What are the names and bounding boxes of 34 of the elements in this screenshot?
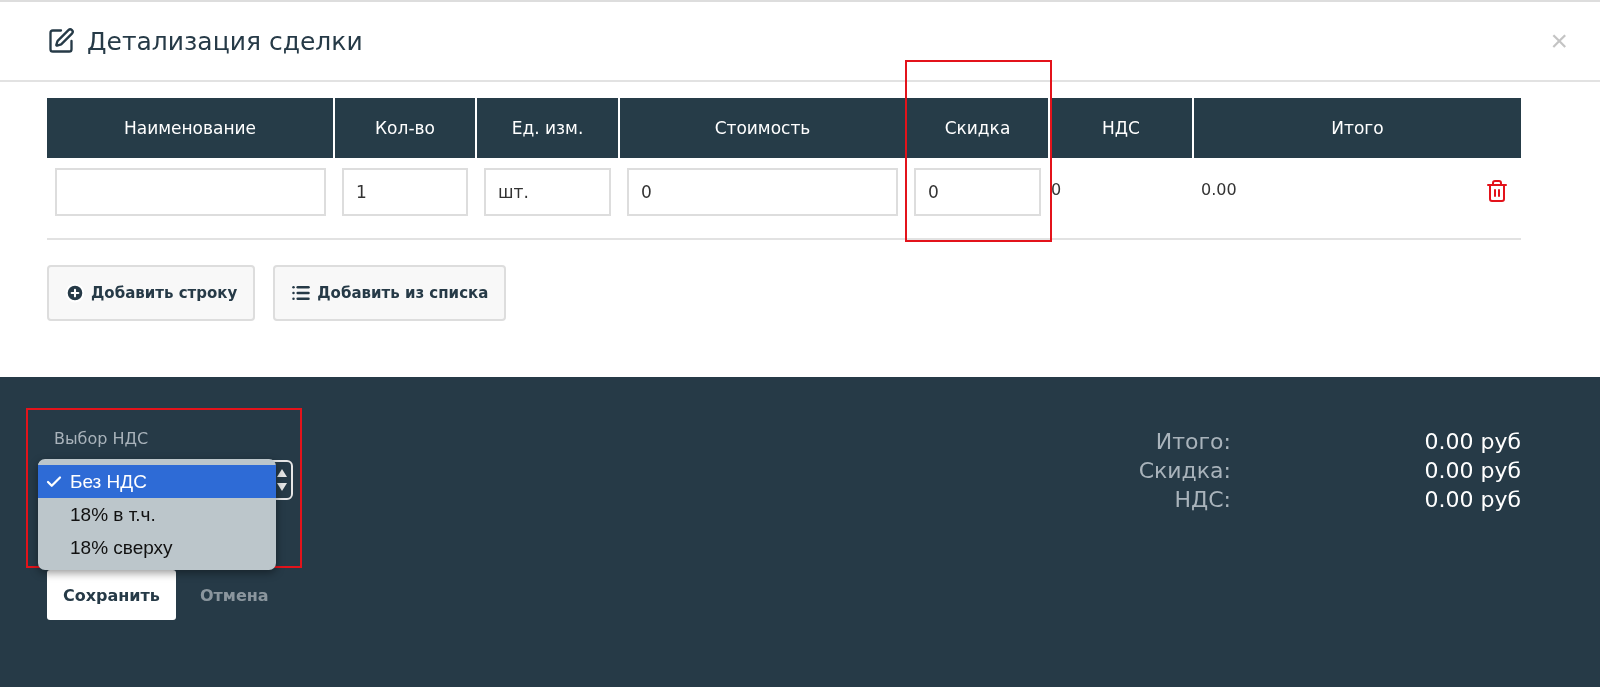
- total-value: 0.00 руб: [1423, 429, 1521, 454]
- add-from-list-button[interactable]: Добавить из списка: [273, 265, 507, 321]
- total-value: 0.00 руб: [1423, 458, 1521, 483]
- field-label: Выбор НДС: [54, 429, 150, 448]
- column-header: Наименование: [47, 98, 334, 158]
- discount-input[interactable]: 0: [914, 168, 1041, 216]
- column-header: Скидка: [906, 98, 1049, 158]
- column-header: НДС: [1049, 98, 1193, 158]
- list-icon: [291, 283, 312, 303]
- delete-icon[interactable]: [1485, 179, 1509, 203]
- column-header: Стоимость: [619, 98, 906, 158]
- dialog-title: Детализация сделки: [87, 26, 364, 56]
- unit-input[interactable]: шт.: [484, 168, 611, 216]
- add-row-button[interactable]: Добавить строку: [47, 265, 256, 321]
- total-value: 0.00 руб: [1423, 487, 1521, 512]
- cancel-link[interactable]: Отмена: [199, 570, 269, 620]
- plus-circle-icon: [65, 283, 85, 303]
- dropdown-option[interactable]: 18% в т.ч.: [38, 498, 276, 531]
- column-header: Итого: [1193, 98, 1521, 158]
- column-header: Ед. изм.: [476, 98, 619, 158]
- total-label: Скидка:: [1138, 458, 1231, 483]
- dropdown-option[interactable]: Без НДС: [38, 465, 276, 498]
- column-header: Кол-во: [334, 98, 476, 158]
- price-input[interactable]: 0: [627, 168, 898, 216]
- table-cell-text: 0: [1051, 179, 1062, 201]
- table-cell-text: 0.00: [1201, 179, 1237, 201]
- stepper-arrows-icon: [276, 467, 288, 493]
- quantity-input[interactable]: 1: [342, 168, 468, 216]
- dropdown-option[interactable]: 18% сверху: [38, 531, 276, 564]
- save-button[interactable]: Сохранить: [47, 570, 176, 620]
- total-label: НДС:: [1173, 487, 1231, 512]
- edit-icon: [47, 27, 75, 55]
- name-input[interactable]: [55, 168, 326, 216]
- total-label: Итого:: [1154, 429, 1231, 454]
